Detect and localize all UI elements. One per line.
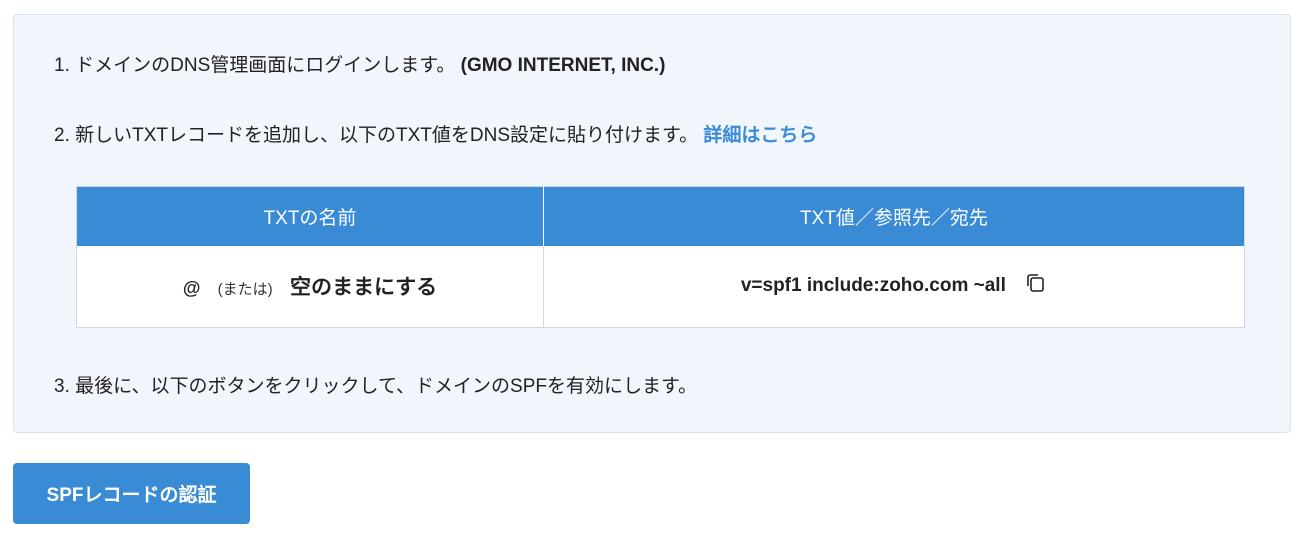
table-row: @ (または) 空のままにする v=spf1 include:zoho.com … — [76, 245, 1245, 328]
txt-value-cell: v=spf1 include:zoho.com ~all — [544, 246, 1245, 328]
at-symbol: @ — [182, 278, 201, 299]
step-3: 3. 最後に、以下のボタンをクリックして、ドメインのSPFを有効にします。 — [54, 371, 697, 398]
step-2-text: 2. 新しいTXTレコードを追加し、以下のTXT値をDNS設定に貼り付けます。 — [54, 125, 699, 146]
step-1-text: 1. ドメインのDNS管理画面にログインします。 — [54, 55, 456, 76]
step-3-text: 3. 最後に、以下のボタンをクリックして、ドメインのSPFを有効にします。 — [54, 376, 698, 397]
or-text: (または) — [217, 281, 273, 299]
details-link[interactable]: 詳細はこちら — [703, 125, 817, 146]
txt-record-table: TXTの名前 TXT値／参照先／宛先 @ (または) 空のままにする v=spf… — [76, 186, 1245, 328]
txt-value: v=spf1 include:zoho.com ~all — [740, 275, 1006, 297]
dns-provider-name: (GMO INTERNET, INC.) — [460, 55, 666, 76]
instructions-panel: 1. ドメインのDNS管理画面にログインします。 (GMO INTERNET, … — [13, 14, 1291, 433]
txt-name-header: TXTの名前 — [76, 186, 544, 246]
txt-value-header: TXT値／参照先／宛先 — [543, 186, 1245, 246]
table-header-row: TXTの名前 TXT値／参照先／宛先 — [76, 186, 1245, 246]
verify-spf-button[interactable]: SPFレコードの認証 — [13, 463, 250, 524]
txt-name-cell: @ (または) 空のままにする — [76, 245, 544, 328]
step-1: 1. ドメインのDNS管理画面にログインします。 (GMO INTERNET, … — [54, 50, 665, 77]
copy-icon[interactable] — [1025, 272, 1047, 300]
step-2: 2. 新しいTXTレコードを追加し、以下のTXT値をDNS設定に貼り付けます。 … — [54, 120, 817, 147]
leave-empty-text: 空のままにする — [289, 276, 438, 300]
